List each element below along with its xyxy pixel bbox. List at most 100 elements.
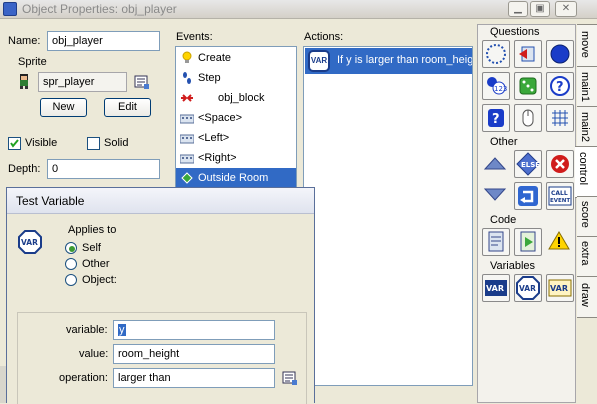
minimize-button[interactable]: ▁ (508, 1, 528, 17)
maximize-button[interactable]: ▣ (530, 1, 550, 17)
check-mouse-icon[interactable] (514, 104, 542, 132)
event-key-left[interactable]: <Left> (176, 128, 296, 148)
svg-text:VAR: VAR (486, 284, 504, 293)
exit-event-icon[interactable] (546, 150, 574, 178)
event-key-right[interactable]: <Right> (176, 148, 296, 168)
draw-variable-icon[interactable]: VAR (546, 274, 574, 302)
variable-label: variable: (66, 324, 108, 336)
execute-script-icon[interactable] (514, 228, 542, 256)
dialog-title: Test Variable (16, 194, 85, 208)
window-titlebar[interactable]: Object Properties: obj_player ▁ ▣ ✕ (0, 0, 597, 19)
set-variable-icon[interactable]: VAR (482, 274, 510, 302)
test-variable-dialog: Test Variable VAR Applies to Self Other … (6, 187, 315, 404)
check-object-icon[interactable] (546, 40, 574, 68)
tab-control[interactable]: control (575, 146, 597, 198)
event-outside-room[interactable]: Outside Room (176, 168, 296, 188)
keyboard-icon (180, 154, 194, 164)
value-field[interactable]: room_height (113, 344, 275, 364)
test-expression-icon[interactable]: ? (482, 104, 510, 132)
name-field[interactable]: obj_player (47, 31, 160, 51)
tab-draw[interactable]: draw (577, 276, 597, 318)
variable-field[interactable]: y (113, 320, 275, 340)
applies-object-radio[interactable] (65, 274, 77, 286)
action-label: If y is larger than room_height (337, 54, 473, 66)
keyboard-icon (180, 114, 194, 124)
event-key-space[interactable]: <Space> (176, 108, 296, 128)
check-grid-icon[interactable] (546, 104, 574, 132)
code-section-label: Code (490, 214, 517, 226)
sprite-label: Sprite (18, 56, 47, 68)
applies-self-label: Self (82, 242, 101, 254)
dialog-var-icon: VAR (18, 230, 42, 257)
test-instance-count-icon[interactable]: 123 (482, 72, 510, 100)
value-label: value: (79, 348, 109, 360)
test-question-icon[interactable]: ? (546, 72, 574, 100)
event-collision[interactable]: obj_block (176, 88, 296, 108)
svg-text:VAR: VAR (519, 284, 536, 293)
applies-other-label: Other (82, 258, 110, 270)
name-label: Name: (8, 35, 41, 47)
operation-label: operation: (59, 372, 108, 384)
depth-label: Depth: (8, 163, 41, 175)
var-icon: VAR (308, 50, 330, 72)
edit-sprite-button[interactable]: Edit (104, 98, 151, 117)
comment-warning-icon[interactable] (546, 228, 572, 254)
lightbulb-icon (182, 51, 192, 63)
questions-section-label: Questions (490, 26, 540, 38)
svg-text:EVENT: EVENT (550, 198, 570, 204)
applies-object-label: Object: (82, 274, 117, 286)
svg-text:?: ? (492, 112, 500, 127)
tab-score[interactable]: score (577, 196, 597, 238)
events-list[interactable]: Create Step obj_block <Space> <Left> <Ri… (175, 46, 297, 191)
variables-section-label: Variables (490, 260, 536, 272)
test-chance-icon[interactable] (514, 72, 542, 100)
operation-field[interactable]: larger than (113, 368, 275, 388)
applies-self-radio[interactable] (65, 242, 77, 254)
visible-checkbox[interactable] (8, 137, 21, 150)
end-block-icon[interactable] (482, 182, 508, 208)
sprite-thumbnail-icon (17, 73, 31, 89)
svg-text:?: ? (556, 80, 564, 95)
svg-text:CALL: CALL (551, 190, 568, 197)
repeat-icon[interactable] (514, 182, 542, 210)
events-label: Events: (176, 31, 213, 43)
action-item[interactable]: VAR If y is larger than room_height (305, 48, 472, 74)
actions-list[interactable]: VAR If y is larger than room_height (303, 46, 473, 386)
app-icon (3, 2, 17, 16)
close-button[interactable]: ✕ (555, 1, 577, 17)
collision-icon (181, 94, 193, 102)
tab-main2[interactable]: main2 (577, 106, 597, 148)
tab-move[interactable]: move (577, 24, 597, 68)
else-icon[interactable]: ELSE (514, 150, 542, 178)
keyboard-icon (180, 134, 194, 144)
event-create[interactable]: Create (176, 48, 296, 68)
event-step[interactable]: Step (176, 68, 296, 88)
call-event-icon[interactable]: CALL EVENT (546, 182, 574, 210)
applies-other-radio[interactable] (65, 258, 77, 270)
operation-menu-icon[interactable] (282, 370, 298, 386)
check-empty-icon[interactable] (482, 40, 510, 68)
svg-text:VAR: VAR (550, 284, 568, 293)
diamond-icon (181, 172, 193, 184)
new-sprite-button[interactable]: New (40, 98, 87, 117)
svg-text:VAR: VAR (21, 238, 38, 247)
execute-code-icon[interactable] (482, 228, 510, 256)
check-collision-icon[interactable] (514, 40, 542, 68)
other-section-label: Other (490, 136, 518, 148)
solid-label: Solid (104, 137, 129, 149)
tab-main1[interactable]: main1 (577, 66, 597, 108)
visible-label: Visible (25, 137, 58, 149)
svg-text:123: 123 (494, 85, 507, 93)
actions-label: Actions: (304, 31, 344, 43)
dialog-titlebar[interactable]: Test Variable (7, 188, 314, 214)
footsteps-icon (183, 72, 191, 84)
sprite-field[interactable]: spr_player (38, 72, 127, 92)
window-title: Object Properties: obj_player (22, 2, 177, 16)
svg-text:ELSE: ELSE (521, 161, 540, 169)
depth-field[interactable]: 0 (47, 159, 160, 179)
tab-extra[interactable]: extra (577, 236, 597, 278)
sprite-menu-icon[interactable] (134, 74, 150, 90)
start-block-icon[interactable] (482, 150, 508, 176)
test-variable-icon[interactable]: VAR (514, 274, 542, 302)
solid-checkbox[interactable] (87, 137, 100, 150)
